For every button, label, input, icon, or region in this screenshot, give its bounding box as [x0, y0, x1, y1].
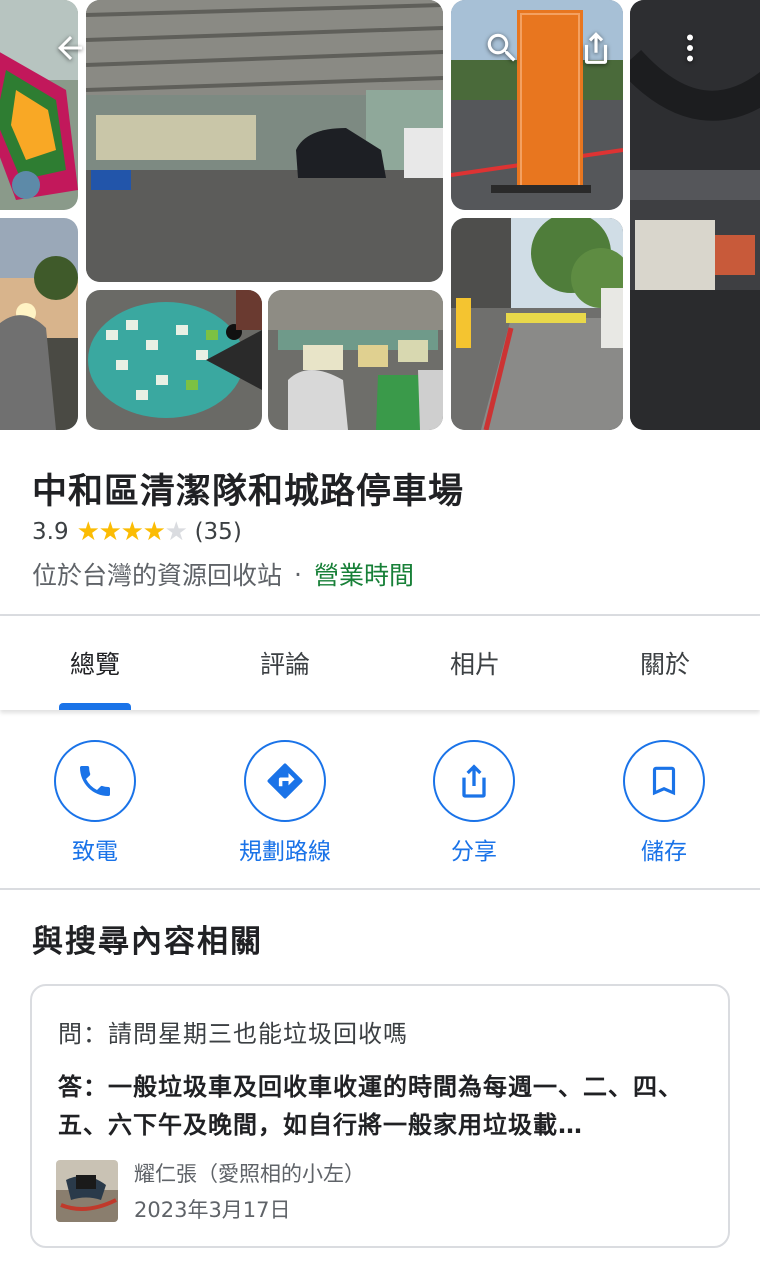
place-category: 位於台灣的資源回收站 [32, 561, 283, 590]
avatar [56, 1160, 118, 1222]
tab-reviews[interactable]: 評論 [190, 616, 380, 710]
phone-icon [80, 766, 110, 796]
action-buttons: 致電 規劃路線 分享 儲存 [0, 740, 760, 870]
call-label: 致電 [72, 839, 118, 865]
share-circle [433, 740, 515, 822]
share-icon [462, 764, 486, 798]
tab-about[interactable]: 關於 [570, 616, 760, 710]
search-button[interactable] [474, 20, 530, 76]
back-button[interactable] [42, 20, 98, 76]
share-label: 分享 [451, 839, 497, 865]
tab-overview[interactable]: 總覽 [0, 616, 190, 710]
tab-bar: 總覽 評論 相片 關於 [0, 616, 760, 710]
photo-thumbnail[interactable] [0, 218, 78, 430]
more-vert-icon [687, 34, 693, 62]
tab-label: 相片 [449, 650, 500, 679]
tab-photos[interactable]: 相片 [380, 616, 570, 710]
separator-dot: · [294, 559, 302, 589]
rating-value: 3.9 [32, 519, 69, 545]
photo-thumbnail[interactable] [86, 0, 443, 282]
star-rating: ★ ★ ★ ★ ★ [76, 517, 188, 547]
bookmark-icon [652, 766, 676, 796]
qa-date: 2023年3月17日 [134, 1198, 291, 1222]
hours-link[interactable]: 營業時間 [314, 556, 414, 592]
back-arrow-icon [58, 36, 82, 60]
call-button[interactable]: 致電 [20, 740, 170, 866]
photo-gallery[interactable] [0, 0, 760, 430]
photo-thumbnail[interactable] [451, 218, 623, 430]
place-title: 中和區清潔隊和城路停車場 [32, 472, 465, 512]
tab-label: 關於 [639, 650, 690, 679]
directions-label: 規劃路線 [239, 839, 331, 865]
share-button[interactable]: 分享 [399, 740, 549, 866]
star-icon: ★ [142, 517, 166, 547]
call-circle [54, 740, 136, 822]
share-icon [584, 32, 608, 64]
directions-circle [244, 740, 326, 822]
star-icon: ★ [76, 517, 100, 547]
related-section-title: 與搜尋內容相關 [32, 924, 263, 960]
directions-button[interactable]: 規劃路線 [210, 740, 360, 866]
tab-label: 評論 [259, 650, 310, 679]
star-icon: ★ [98, 517, 122, 547]
rating-row[interactable]: 3.9 ★ ★ ★ ★ ★ (35) [32, 516, 242, 548]
share-button-top[interactable] [568, 20, 624, 76]
save-label: 儲存 [641, 839, 687, 865]
qa-answer: 答：一般垃圾車及回收車收運的時間為每週一、二、四、五、六下午及晚間，如自行將一般… [58, 1073, 683, 1139]
save-button[interactable]: 儲存 [589, 740, 739, 866]
review-count[interactable]: (35) [195, 519, 242, 545]
qa-question: 問：請問星期三也能垃圾回收嗎 [58, 1020, 408, 1048]
photo-thumbnail[interactable] [86, 290, 262, 430]
photo-thumbnail[interactable] [268, 290, 443, 430]
active-tab-indicator [59, 703, 131, 710]
star-empty-icon: ★ [164, 517, 188, 547]
more-options-button[interactable] [662, 20, 718, 76]
divider [0, 888, 760, 890]
qa-author[interactable]: 耀仁張（愛照相的小左） [134, 1158, 365, 1188]
tab-label: 總覽 [69, 650, 120, 679]
star-icon: ★ [120, 517, 144, 547]
directions-icon [267, 763, 303, 799]
save-circle [623, 740, 705, 822]
qa-card[interactable]: 問：請問星期三也能垃圾回收嗎 答：一般垃圾車及回收車收運的時間為每週一、二、四、… [30, 984, 730, 1248]
search-icon [487, 33, 516, 62]
category-row: 位於台灣的資源回收站 · 營業時間 [32, 556, 414, 592]
